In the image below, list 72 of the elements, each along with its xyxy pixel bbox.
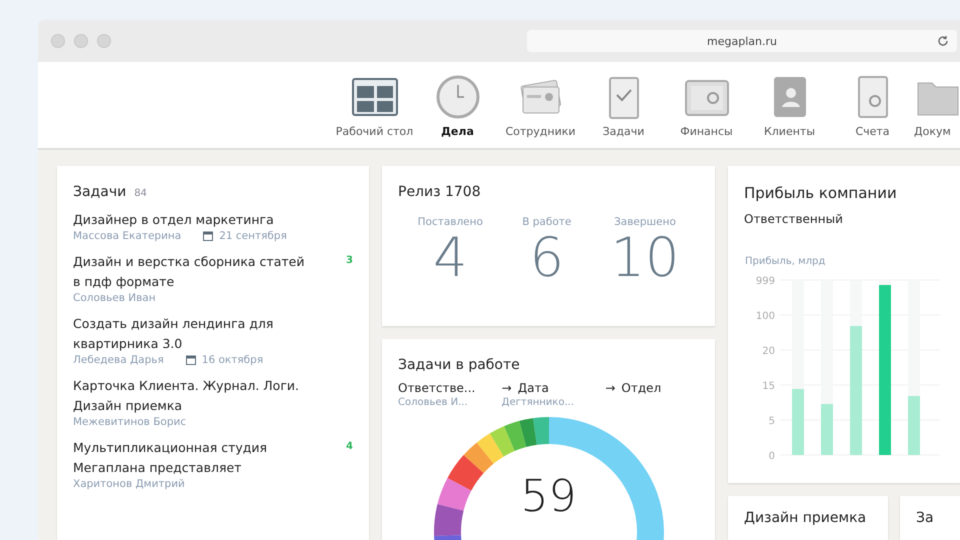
task-title[interactable]: Дизайн и верстка сборника статей в пдф формате: [73, 252, 311, 292]
minimize-button[interactable]: [74, 34, 88, 48]
bar[interactable]: [821, 404, 833, 455]
close-button[interactable]: [51, 34, 65, 48]
nav-item[interactable]: Задачи: [582, 75, 665, 138]
dashboard-icon: [350, 75, 398, 119]
zoom-button[interactable]: [97, 34, 111, 48]
nav-item[interactable]: Финансы: [665, 75, 748, 138]
card-title: Релиз 1708: [398, 184, 482, 200]
nav-item[interactable]: Докум: [914, 75, 960, 138]
arrow-glyph: →: [502, 381, 512, 395]
column-header[interactable]: Отдел: [621, 381, 662, 395]
card-title: Дизайн приемка: [744, 510, 868, 526]
arrow-glyph: →: [605, 381, 616, 395]
bar[interactable]: [908, 396, 920, 455]
axis-tick: 20: [762, 346, 775, 357]
task-title[interactable]: Дизайнер в отдел маркетинга: [73, 210, 311, 230]
donut-segment: [489, 426, 514, 457]
column-value: Соловьев И...: [398, 397, 469, 408]
nav-item[interactable]: Сотрудники: [499, 75, 582, 138]
donut-segment: [436, 478, 471, 511]
nav-item[interactable]: Рабочий стол: [333, 75, 416, 138]
filter-label[interactable]: Ответственный: [744, 212, 944, 226]
donut-segment: [518, 418, 536, 447]
axis-tick: 5: [768, 416, 775, 427]
calendar-icon: [186, 355, 196, 365]
nav-item[interactable]: Счета: [831, 75, 914, 138]
comment-count: 3: [346, 255, 353, 266]
clock-icon: [434, 75, 482, 119]
bar[interactable]: [792, 388, 804, 455]
axis-tick: 0: [768, 451, 775, 462]
bar[interactable]: [850, 326, 862, 455]
axis-tick: 100: [756, 311, 775, 322]
task-title[interactable]: Создать дизайн лендинга для квартирника 3.0: [73, 314, 311, 354]
donut-segment: [504, 420, 526, 451]
column-value: Дегтяннико...: [502, 397, 576, 408]
stat-label: Завершено: [614, 216, 676, 228]
stat-label: Поставлено: [418, 216, 483, 228]
task-title[interactable]: Карточка Клиента. Журнал. Логи. Дизайн приемка: [73, 376, 311, 416]
column-header[interactable]: Дата: [518, 381, 549, 395]
axis-tick: 15: [762, 381, 775, 392]
stat-value: 10: [610, 228, 680, 288]
stat-value: 4: [433, 228, 468, 288]
donut-segment: [463, 442, 494, 474]
assignee-name: Межевитинов Борис: [73, 416, 186, 428]
total-count: 59: [520, 474, 576, 520]
task-count: 84: [134, 188, 147, 199]
donut-segment: [446, 455, 484, 491]
card-title: Прибыль компании: [744, 184, 898, 202]
url-text: megaplan.ru: [707, 34, 777, 48]
calendar-icon: [203, 231, 214, 241]
stat-value: 6: [530, 228, 564, 288]
column-header[interactable]: Ответстве...: [398, 381, 476, 395]
card-title: Задачи: [73, 184, 126, 200]
assignee-name: Соловьев Иван: [73, 292, 156, 304]
card-title: За: [916, 510, 935, 526]
due-date: 21 сентября: [219, 230, 287, 242]
assignee-name: Харитонов Дмитрий: [73, 478, 185, 490]
nav-item[interactable]: Дела: [416, 75, 499, 138]
nav-item[interactable]: Клиенты: [748, 75, 831, 138]
due-date: 16 октября: [202, 354, 264, 366]
assignee-name: Лебедева Дарья: [73, 354, 164, 366]
axis-label: Прибыль, млрд: [745, 256, 826, 267]
task-title[interactable]: Мультипликационная студия Мегаплана представляет: [73, 438, 311, 478]
comment-count: 4: [346, 441, 353, 452]
stat-label: В работе: [522, 216, 572, 228]
donut-segment: [476, 433, 504, 464]
reload-icon[interactable]: [937, 35, 949, 47]
address-bar[interactable]: megaplan.ru: [527, 30, 957, 52]
card-title: Задачи в работе: [398, 357, 521, 373]
assignee-name: Массова Екатерина: [73, 230, 182, 242]
axis-tick: 999: [756, 276, 775, 287]
